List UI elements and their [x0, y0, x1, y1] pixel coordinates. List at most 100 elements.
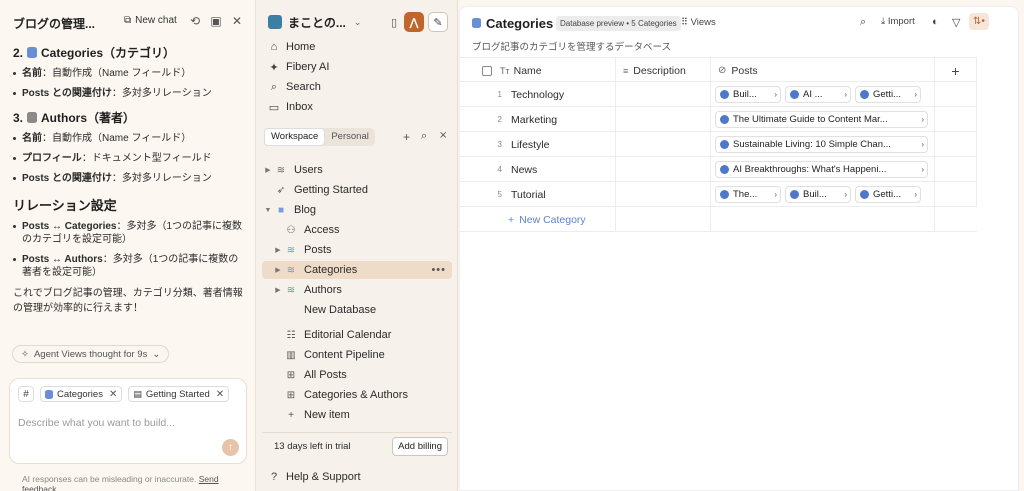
- new-category-button[interactable]: + New Category: [508, 207, 586, 232]
- views-button[interactable]: ⠿ Views: [681, 17, 716, 28]
- sidebar-item-new-item[interactable]: + New item: [262, 406, 452, 424]
- caret-icon[interactable]: ▶: [272, 266, 284, 274]
- post-relation-chip[interactable]: AI Breakthroughs: What's Happeni... ›: [715, 161, 928, 178]
- cell-posts[interactable]: Buil... › AI ... › Getti... ›: [711, 82, 935, 107]
- sidebar-item-blog[interactable]: ▼ ■ Blog: [262, 201, 452, 219]
- post-relation-chip[interactable]: The Ultimate Guide to Content Mar... ›: [715, 111, 928, 128]
- filter-icon[interactable]: ▽: [952, 16, 960, 29]
- sidebar-item-all-posts[interactable]: ⊞ All Posts: [262, 366, 452, 384]
- cell-description[interactable]: [616, 82, 711, 107]
- cell-description[interactable]: [616, 182, 711, 207]
- sidebar-item-authors[interactable]: ▶ ≋ Authors: [262, 281, 452, 299]
- caret-icon[interactable]: ▶: [262, 166, 274, 174]
- cell-name[interactable]: 1 Technology: [460, 82, 616, 107]
- space-tabs: Workspace Personal + ⌕ ⨯: [264, 128, 454, 148]
- caret-icon[interactable]: ▼: [262, 207, 274, 214]
- add-column-button[interactable]: +: [935, 58, 977, 83]
- ai-agent-button[interactable]: ⋀: [404, 12, 424, 32]
- column-header-description[interactable]: ≡ Description: [616, 58, 711, 83]
- sidebar-item-editorial-calendar[interactable]: ☷ Editorial Calendar: [262, 326, 452, 344]
- column-header-posts[interactable]: ⊘ Posts: [711, 58, 935, 83]
- compose-icon[interactable]: ✎: [428, 12, 448, 32]
- cell-empty: [935, 82, 977, 107]
- tab-workspace[interactable]: Workspace: [264, 128, 326, 146]
- search-icon[interactable]: ⌕: [860, 16, 866, 29]
- remove-chip-icon[interactable]: ✕: [216, 389, 224, 400]
- table-row[interactable]: 1 Technology Buil... › AI ... › Getti... ›: [460, 82, 977, 107]
- post-relation-chip[interactable]: Getti... ›: [855, 186, 921, 203]
- post-icon: [860, 90, 869, 99]
- sort-icon[interactable]: ⇅•: [969, 13, 989, 30]
- table-row[interactable]: 5 Tutorial The... › Buil... › Getti... ›: [460, 182, 977, 207]
- cell-posts[interactable]: The... › Buil... › Getti... ›: [711, 182, 935, 207]
- cell-name[interactable]: 4 News: [460, 157, 616, 182]
- sidebar-item-access[interactable]: ⚇ Access: [262, 221, 452, 239]
- list-item: Posts ↔ Categories：多対多（1つの記事に複数のカテゴリを設定可…: [13, 220, 243, 246]
- sidebar-item-getting-started[interactable]: ➶ Getting Started: [262, 181, 452, 199]
- search-icon[interactable]: ⌕: [421, 130, 427, 143]
- history-icon[interactable]: ⟲: [187, 13, 203, 29]
- post-relation-chip[interactable]: Getti... ›: [855, 86, 921, 103]
- cell-posts[interactable]: AI Breakthroughs: What's Happeni... ›: [711, 157, 935, 182]
- close-icon[interactable]: ✕: [229, 13, 245, 29]
- cell-name[interactable]: 3 Lifestyle: [460, 132, 616, 157]
- table-row[interactable]: 3 Lifestyle Sustainable Living: 10 Simple …: [460, 132, 977, 157]
- ai-chat-panel: ブログの管理... ⧉ New chat ⟲ ▣ ✕ 2. Categories…: [0, 0, 256, 491]
- table-row[interactable]: 2 Marketing The Ultimate Guide to Content …: [460, 107, 977, 132]
- sidebar-item-posts[interactable]: ▶ ≋ Posts: [262, 241, 452, 259]
- nav-search[interactable]: ⌕ Search: [268, 78, 454, 96]
- new-chat-button[interactable]: ⧉ New chat: [124, 15, 177, 26]
- send-button[interactable]: ↑: [222, 439, 239, 456]
- help-label: Help & Support: [286, 471, 361, 483]
- sidebar-item-content-pipeline[interactable]: ▥ Content Pipeline: [262, 346, 452, 364]
- nav-inbox[interactable]: ▭ Inbox: [268, 98, 454, 116]
- column-header-name[interactable]: Tт Name: [460, 58, 616, 83]
- post-relation-chip[interactable]: Buil... ›: [785, 186, 851, 203]
- post-icon: [790, 90, 799, 99]
- category-name: Tutorial: [511, 188, 546, 201]
- cell-name[interactable]: 5 Tutorial: [460, 182, 616, 207]
- cell-posts[interactable]: Sustainable Living: 10 Simple Chan... ›: [711, 132, 935, 157]
- window-icon[interactable]: ▣: [208, 13, 224, 29]
- cell-description[interactable]: [616, 132, 711, 157]
- sidebar-item-new-database[interactable]: New Database: [262, 301, 452, 319]
- post-relation-chip[interactable]: The... ›: [715, 186, 781, 203]
- toggle-icon[interactable]: ◐: [932, 16, 939, 28]
- context-chip-categories[interactable]: Categories ✕: [40, 386, 123, 402]
- sidebar-item-categories[interactable]: ▶ ≋ Categories •••: [262, 261, 452, 279]
- relation-icon: ⊘: [718, 65, 727, 76]
- space-icon: ■: [277, 204, 285, 216]
- section-number: 3.: [13, 110, 24, 125]
- add-billing-button[interactable]: Add billing: [392, 437, 448, 456]
- nav-fibery-ai[interactable]: ✦ Fibery AI: [268, 58, 454, 76]
- cell-name[interactable]: 2 Marketing: [460, 107, 616, 132]
- post-relation-chip[interactable]: Sustainable Living: 10 Simple Chan... ›: [715, 136, 928, 153]
- more-options-icon[interactable]: •••: [431, 264, 446, 276]
- sidebar-toggle-icon[interactable]: ▯: [384, 12, 404, 32]
- sidebar-item-users[interactable]: ▶ ≋ Users: [262, 161, 452, 179]
- help-support[interactable]: ? Help & Support: [268, 468, 454, 486]
- cell-description[interactable]: [616, 107, 711, 132]
- collapse-icon[interactable]: ⨯: [439, 130, 447, 141]
- tab-personal[interactable]: Personal: [325, 128, 375, 146]
- caret-icon[interactable]: ▶: [272, 246, 284, 254]
- import-button[interactable]: ⤓ Import: [881, 16, 915, 27]
- context-chip-getting-started[interactable]: ▤ Getting Started ✕: [128, 386, 230, 402]
- caret-icon[interactable]: ▶: [272, 286, 284, 294]
- remove-chip-icon[interactable]: ✕: [109, 389, 117, 400]
- thought-toggle[interactable]: ✧ Agent Views thought for 9s ⌄: [12, 345, 170, 363]
- select-all-checkbox[interactable]: [482, 65, 492, 76]
- nav-home[interactable]: ⌂ Home: [268, 38, 454, 56]
- cell-posts[interactable]: The Ultimate Guide to Content Mar... ›: [711, 107, 935, 132]
- authors-field-list: 名前：自動作成（Name フィールド） プロフィール：ドキュメント型フィールド …: [13, 132, 243, 185]
- sidebar-item-categories-authors[interactable]: ⊞ Categories & Authors: [262, 386, 452, 404]
- workspace-switcher[interactable]: まことの... ⌄ ▯ ⋀ ✎: [268, 10, 454, 34]
- post-relation-chip[interactable]: AI ... ›: [785, 86, 851, 103]
- table-row[interactable]: 4 News AI Breakthroughs: What's Happeni...…: [460, 157, 977, 182]
- add-icon[interactable]: +: [403, 130, 410, 144]
- chat-input[interactable]: [18, 415, 218, 431]
- hash-icon[interactable]: #: [18, 386, 34, 402]
- cell-description[interactable]: [616, 157, 711, 182]
- post-relation-chip[interactable]: Buil... ›: [715, 86, 781, 103]
- section-heading-categories: 2. Categories（カテゴリ）: [13, 44, 243, 61]
